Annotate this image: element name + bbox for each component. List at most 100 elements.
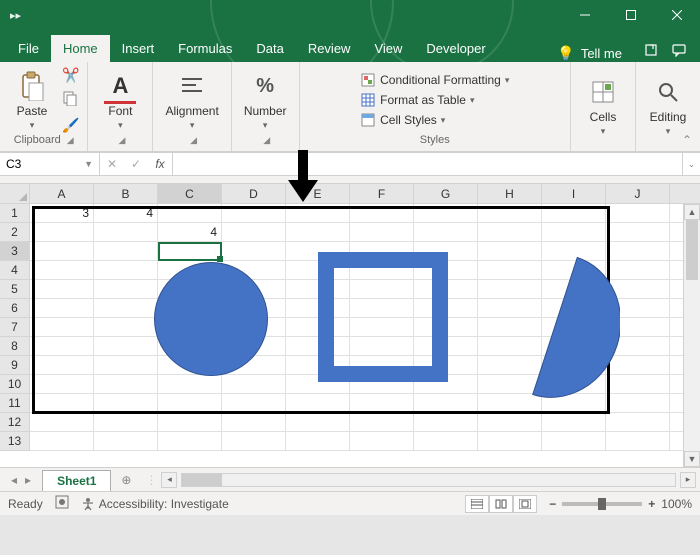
cell[interactable] bbox=[478, 356, 542, 374]
cell[interactable] bbox=[478, 375, 542, 393]
cell[interactable] bbox=[414, 242, 478, 260]
add-sheet-button[interactable]: ⊕ bbox=[111, 473, 141, 487]
col-header-a[interactable]: A bbox=[30, 184, 94, 203]
alignment-button[interactable]: Alignment ▾ bbox=[161, 68, 222, 133]
cell[interactable] bbox=[222, 356, 286, 374]
col-header-h[interactable]: H bbox=[478, 184, 542, 203]
tell-me[interactable]: 💡 Tell me bbox=[549, 45, 630, 62]
accept-formula-icon[interactable]: ✓ bbox=[124, 157, 148, 171]
cell[interactable] bbox=[94, 318, 158, 336]
cell[interactable] bbox=[606, 299, 670, 317]
cell[interactable] bbox=[606, 318, 670, 336]
col-header-j[interactable]: J bbox=[606, 184, 670, 203]
view-normal-icon[interactable] bbox=[465, 495, 489, 513]
cell[interactable] bbox=[94, 337, 158, 355]
minimize-button[interactable] bbox=[562, 0, 608, 30]
cell[interactable] bbox=[606, 261, 670, 279]
cell[interactable] bbox=[478, 280, 542, 298]
close-button[interactable] bbox=[654, 0, 700, 30]
cell[interactable] bbox=[478, 299, 542, 317]
scroll-down-icon[interactable]: ▼ bbox=[684, 451, 700, 467]
cell[interactable] bbox=[414, 318, 478, 336]
cell[interactable] bbox=[542, 280, 606, 298]
tab-file[interactable]: File bbox=[6, 35, 51, 62]
cell[interactable] bbox=[542, 204, 606, 222]
cell[interactable] bbox=[222, 299, 286, 317]
cell[interactable] bbox=[350, 375, 414, 393]
row-header[interactable]: 9 bbox=[0, 356, 30, 375]
cell[interactable] bbox=[350, 299, 414, 317]
cell[interactable] bbox=[350, 394, 414, 412]
maximize-button[interactable] bbox=[608, 0, 654, 30]
cell[interactable] bbox=[286, 432, 350, 450]
sheet-tab[interactable]: Sheet1 bbox=[42, 470, 111, 491]
row-header[interactable]: 10 bbox=[0, 375, 30, 394]
sheet-nav-prev-icon[interactable]: ▸ bbox=[22, 473, 34, 487]
cell[interactable] bbox=[542, 375, 606, 393]
row-header[interactable]: 13 bbox=[0, 432, 30, 451]
cell[interactable] bbox=[350, 432, 414, 450]
row-header[interactable]: 3 bbox=[0, 242, 30, 261]
cell[interactable] bbox=[158, 375, 222, 393]
cell[interactable] bbox=[158, 242, 222, 260]
view-page-break-icon[interactable] bbox=[513, 495, 537, 513]
cell[interactable] bbox=[542, 299, 606, 317]
cell[interactable] bbox=[350, 318, 414, 336]
cell[interactable] bbox=[414, 375, 478, 393]
cell[interactable] bbox=[158, 280, 222, 298]
cell[interactable] bbox=[286, 261, 350, 279]
cell[interactable] bbox=[414, 337, 478, 355]
cell[interactable] bbox=[94, 242, 158, 260]
scroll-right-icon[interactable]: ▸ bbox=[680, 472, 696, 488]
cell[interactable] bbox=[542, 337, 606, 355]
number-button[interactable]: % Number ▾ bbox=[240, 68, 291, 133]
select-all-corner[interactable] bbox=[0, 184, 30, 203]
cell[interactable] bbox=[94, 394, 158, 412]
cell[interactable] bbox=[350, 413, 414, 431]
cell[interactable] bbox=[606, 242, 670, 260]
cell[interactable] bbox=[478, 432, 542, 450]
font-button[interactable]: A Font ▾ bbox=[96, 68, 144, 133]
cell[interactable] bbox=[158, 356, 222, 374]
cell[interactable] bbox=[94, 299, 158, 317]
cell-c2[interactable]: 4 bbox=[158, 223, 222, 241]
cell[interactable] bbox=[222, 204, 286, 222]
cell[interactable] bbox=[30, 318, 94, 336]
cell[interactable] bbox=[606, 280, 670, 298]
launcher-icon[interactable]: ◢ bbox=[118, 135, 125, 146]
cell[interactable] bbox=[222, 223, 286, 241]
comments-icon[interactable] bbox=[672, 43, 686, 62]
cell[interactable] bbox=[158, 204, 222, 222]
vertical-scrollbar[interactable]: ▲ ▼ bbox=[683, 204, 700, 467]
cell[interactable] bbox=[222, 337, 286, 355]
cell[interactable] bbox=[222, 375, 286, 393]
cell[interactable] bbox=[350, 356, 414, 374]
cell[interactable] bbox=[414, 204, 478, 222]
sheet-nav-first-icon[interactable]: ◂ bbox=[8, 473, 20, 487]
col-header-b[interactable]: B bbox=[94, 184, 158, 203]
cell[interactable] bbox=[542, 432, 606, 450]
cell[interactable] bbox=[286, 337, 350, 355]
cell[interactable] bbox=[414, 432, 478, 450]
cell[interactable] bbox=[414, 356, 478, 374]
scrollbar-thumb[interactable] bbox=[686, 220, 698, 280]
col-header-f[interactable]: F bbox=[350, 184, 414, 203]
share-icon[interactable] bbox=[644, 43, 658, 62]
cell[interactable] bbox=[222, 394, 286, 412]
cell[interactable] bbox=[350, 261, 414, 279]
col-header-g[interactable]: G bbox=[414, 184, 478, 203]
cell[interactable] bbox=[286, 223, 350, 241]
cell[interactable] bbox=[94, 280, 158, 298]
view-page-layout-icon[interactable] bbox=[489, 495, 513, 513]
row-header[interactable]: 6 bbox=[0, 299, 30, 318]
zoom-level[interactable]: 100% bbox=[661, 497, 692, 511]
cell[interactable] bbox=[350, 204, 414, 222]
formula-input[interactable] bbox=[173, 153, 682, 175]
cell[interactable] bbox=[222, 242, 286, 260]
row-header[interactable]: 8 bbox=[0, 337, 30, 356]
zoom-slider[interactable] bbox=[562, 502, 642, 506]
cell[interactable] bbox=[478, 242, 542, 260]
cell[interactable] bbox=[158, 432, 222, 450]
cells-area[interactable]: 3 4 4 bbox=[30, 204, 700, 451]
cell[interactable] bbox=[478, 223, 542, 241]
